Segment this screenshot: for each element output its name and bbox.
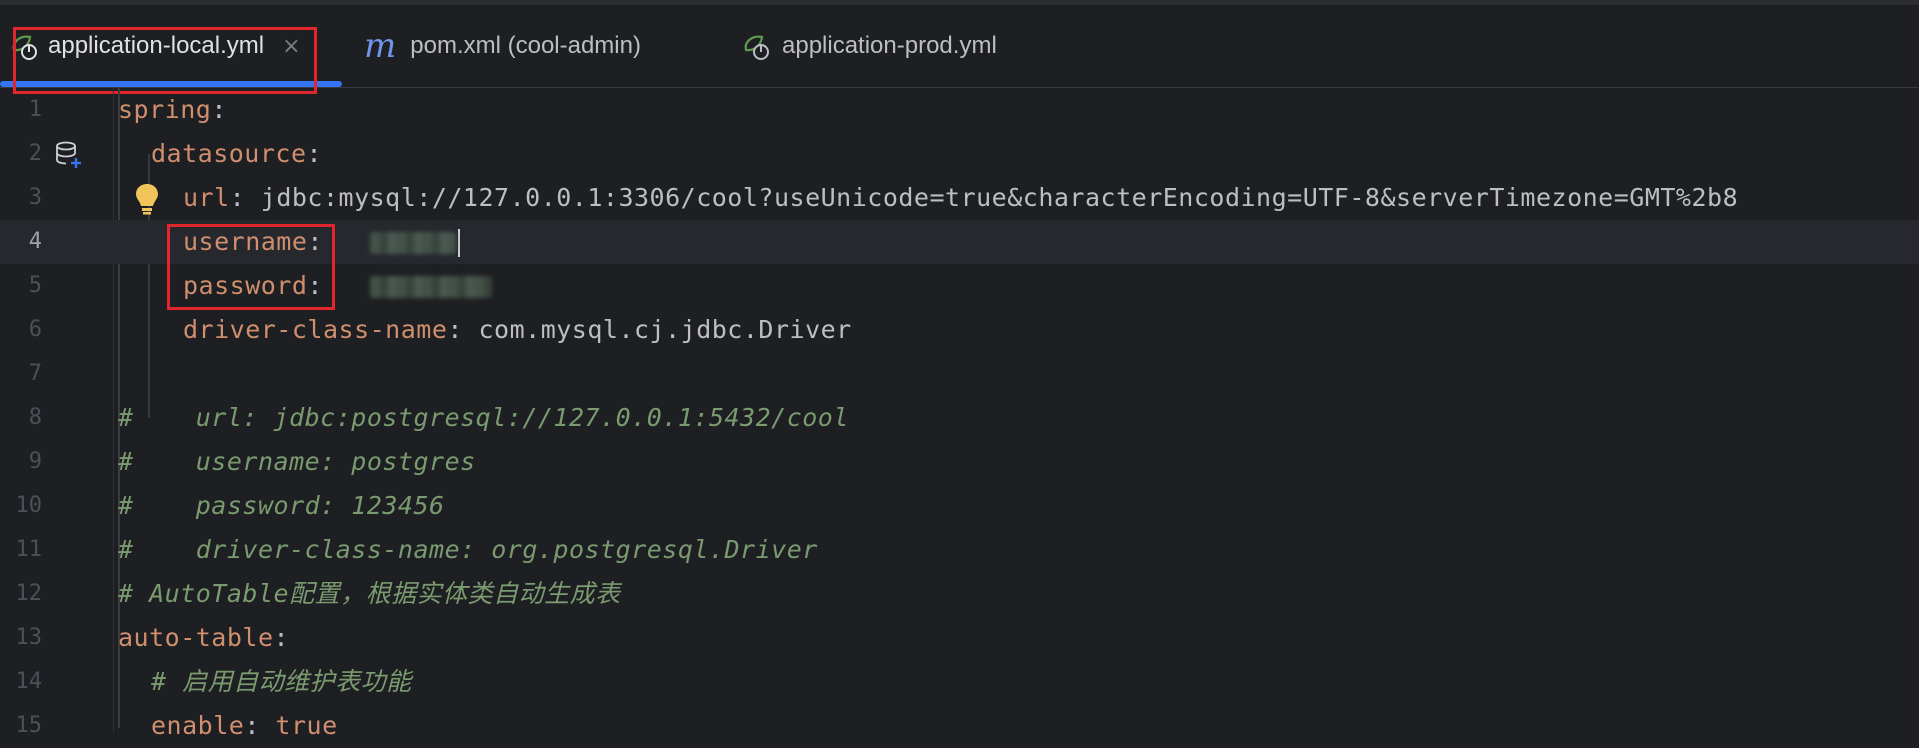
code-comment: # username: postgres <box>118 447 476 476</box>
line-number: 7 <box>28 361 42 386</box>
yaml-value: true <box>259 711 338 740</box>
yaml-colon: : <box>307 271 323 300</box>
yaml-key: password <box>183 271 308 300</box>
redacted-value <box>369 232 456 254</box>
code-text: username: <box>183 220 460 264</box>
yaml-colon: : <box>211 95 227 124</box>
line-number: 11 <box>15 537 43 562</box>
editor-tab-bar: application-local.yml × m pom.xml (cool-… <box>0 5 1919 88</box>
lightbulb-icon[interactable] <box>134 182 160 220</box>
yaml-key: username <box>183 227 308 256</box>
yaml-colon: : <box>244 711 260 740</box>
line-number: 12 <box>15 581 43 606</box>
yaml-value: jdbc:mysql://127.0.0.1:3306/cool?useUnic… <box>245 183 1739 212</box>
yaml-key: auto-table <box>118 623 274 652</box>
yaml-colon: : <box>447 315 463 344</box>
code-comment: # url: jdbc:postgresql://127.0.0.1:5432/… <box>118 403 849 432</box>
code-line-15[interactable]: 15 enable: true <box>0 704 1919 748</box>
spring-config-icon <box>8 30 40 62</box>
redacted-value <box>369 276 492 298</box>
tab-label: pom.xml (cool-admin) <box>410 32 641 59</box>
code-line-12[interactable]: 12 # AutoTable配置，根据实体类自动生成表 <box>0 572 1919 616</box>
code-line-10[interactable]: 10 # password: 123456 <box>0 484 1919 528</box>
code-line-2[interactable]: 2 datasource: <box>0 132 1919 176</box>
line-number: 3 <box>28 185 42 210</box>
code-line-3[interactable]: 3 url: jdbc:mysql://127.0.0.1:3306/cool?… <box>0 176 1919 220</box>
code-line-5[interactable]: 5 password: <box>0 264 1919 308</box>
tab-label: application-prod.yml <box>782 32 997 59</box>
code-text: spring: <box>118 88 227 132</box>
yaml-key: url <box>183 183 230 212</box>
tab-label: application-local.yml <box>48 32 265 59</box>
line-number: 6 <box>28 317 42 342</box>
code-text: url: jdbc:mysql://127.0.0.1:3306/cool?us… <box>183 176 1738 220</box>
code-line-9[interactable]: 9 # username: postgres <box>0 440 1919 484</box>
code-text: driver-class-name: com.mysql.cj.jdbc.Dri… <box>183 308 852 352</box>
yaml-colon: : <box>273 623 290 652</box>
yaml-key: spring <box>118 95 212 124</box>
code-comment: # AutoTable配置，根据实体类自动生成表 <box>118 579 621 608</box>
line-number: 8 <box>28 405 42 430</box>
yaml-key: enable <box>151 711 245 740</box>
code-line-4[interactable]: 4 username: <box>0 220 1919 264</box>
yaml-colon: : <box>229 183 246 212</box>
tab-pom-xml[interactable]: m pom.xml (cool-admin) <box>364 5 641 87</box>
code-line-1[interactable]: 1 spring: <box>0 88 1919 132</box>
database-icon[interactable] <box>54 140 84 174</box>
code-line-11[interactable]: 11 # driver-class-name: org.postgresql.D… <box>0 528 1919 572</box>
code-line-6[interactable]: 6 driver-class-name: com.mysql.cj.jdbc.D… <box>0 308 1919 352</box>
line-number: 15 <box>15 713 43 738</box>
line-number: 2 <box>28 141 42 166</box>
tab-application-local-yml[interactable]: application-local.yml × <box>8 5 301 87</box>
yaml-key: datasource <box>151 139 307 168</box>
line-number: 13 <box>15 625 43 650</box>
tab-application-prod-yml[interactable]: application-prod.yml <box>740 5 997 87</box>
code-text: password: <box>183 264 492 308</box>
yaml-colon: : <box>307 227 323 256</box>
code-line-8[interactable]: 8 # url: jdbc:postgresql://127.0.0.1:543… <box>0 396 1919 440</box>
yaml-colon: : <box>306 139 323 168</box>
yaml-key: driver-class-name <box>183 315 448 344</box>
line-number: 1 <box>28 97 42 122</box>
code-editor[interactable]: 1 spring: 2 datasource: 3 url: jdbc:mysq… <box>0 88 1919 740</box>
maven-icon: m <box>364 26 397 66</box>
line-number: 4 <box>28 229 42 254</box>
code-line-13[interactable]: 13 auto-table: <box>0 616 1919 660</box>
code-comment: # driver-class-name: org.postgresql.Driv… <box>118 535 818 564</box>
spring-config-icon <box>740 30 772 62</box>
line-number: 9 <box>28 449 42 474</box>
line-number: 10 <box>15 493 43 518</box>
active-tab-indicator <box>0 81 342 87</box>
code-text: datasource: <box>151 132 322 176</box>
code-text: enable: true <box>151 704 338 748</box>
line-number: 5 <box>28 273 42 298</box>
code-comment: # password: 123456 <box>118 491 445 520</box>
code-line-14[interactable]: 14 # 启用自动维护表功能 <box>0 660 1919 704</box>
yaml-value: com.mysql.cj.jdbc.Driver <box>462 315 852 344</box>
code-line-7[interactable]: 7 <box>0 352 1919 396</box>
code-text: auto-table: <box>118 616 289 660</box>
close-icon[interactable]: × <box>282 34 300 59</box>
code-comment: # 启用自动维护表功能 <box>151 667 412 696</box>
text-caret <box>457 229 460 257</box>
line-number: 14 <box>15 669 43 694</box>
